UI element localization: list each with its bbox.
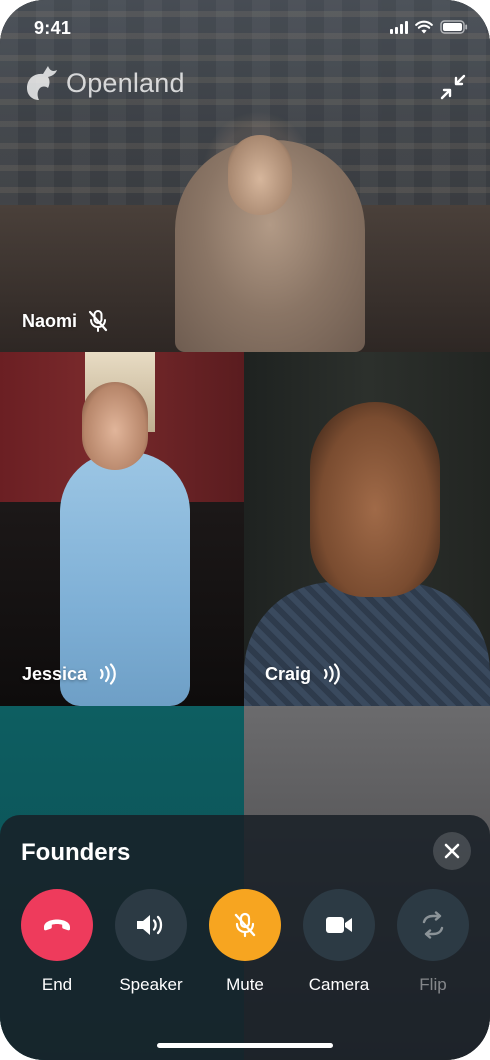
- battery-icon: [440, 20, 468, 34]
- speaking-waves-icon: [323, 663, 340, 685]
- phone-hangup-icon: [44, 919, 70, 931]
- mute-label: Mute: [226, 975, 264, 994]
- logo-text: Openland: [66, 67, 185, 98]
- app-logo: Openland: [24, 64, 185, 102]
- video-camera-icon: [326, 917, 352, 933]
- status-icons: [390, 20, 468, 34]
- end-call-control: End: [12, 889, 102, 995]
- camera-control: Camera: [294, 889, 384, 995]
- mic-off-icon: [234, 912, 256, 938]
- signal-icon: [390, 20, 408, 34]
- speaker-control: Speaker: [106, 889, 196, 995]
- mic-off-icon: [88, 310, 108, 332]
- close-icon: [444, 843, 460, 859]
- wifi-icon: [415, 20, 433, 34]
- participant-label-naomi: Naomi: [22, 309, 109, 333]
- participant-video-figure: [244, 582, 490, 706]
- end-call-button[interactable]: [21, 889, 93, 961]
- collapse-button[interactable]: [436, 70, 470, 104]
- participant-label-craig: Craig: [265, 663, 341, 685]
- speaking-waves-icon: [99, 663, 116, 685]
- close-button[interactable]: [433, 832, 471, 870]
- call-title: Founders: [21, 839, 131, 866]
- speaker-icon: [137, 915, 163, 935]
- speaker-label: Speaker: [119, 975, 183, 994]
- participant-name: Naomi: [22, 310, 78, 331]
- participant-label-jessica: Jessica: [22, 663, 117, 685]
- participant-video-head: [310, 402, 440, 597]
- video-tile-jessica[interactable]: [0, 352, 244, 706]
- participant-name: Jessica: [22, 663, 88, 684]
- home-indicator[interactable]: [157, 1043, 333, 1048]
- flip-button[interactable]: [397, 889, 469, 961]
- mute-control: Mute: [200, 889, 290, 995]
- phone-screen: 9:41 Openland Naomi Jessica Craig Founde…: [0, 0, 490, 1060]
- status-bar: 9:41: [0, 0, 490, 58]
- status-time: 9:41: [34, 18, 72, 38]
- collapse-arrows-icon: [440, 74, 466, 100]
- flip-label: Flip: [419, 975, 447, 994]
- camera-button[interactable]: [303, 889, 375, 961]
- call-controls-sheet: Founders End Speaker Mute Camera Flip: [0, 815, 490, 1060]
- participant-video-head: [82, 382, 148, 470]
- call-controls: End Speaker Mute Camera Flip: [0, 889, 490, 1009]
- participant-video-head: [228, 135, 292, 215]
- unicorn-logo-icon: [27, 66, 57, 100]
- speaker-button[interactable]: [115, 889, 187, 961]
- flip-camera-icon: [422, 911, 444, 939]
- mute-button[interactable]: [209, 889, 281, 961]
- flip-control: Flip: [388, 889, 478, 995]
- participant-name: Craig: [265, 663, 312, 684]
- video-tile-craig[interactable]: [244, 352, 490, 706]
- end-call-label: End: [41, 975, 73, 994]
- camera-label: Camera: [308, 975, 370, 994]
